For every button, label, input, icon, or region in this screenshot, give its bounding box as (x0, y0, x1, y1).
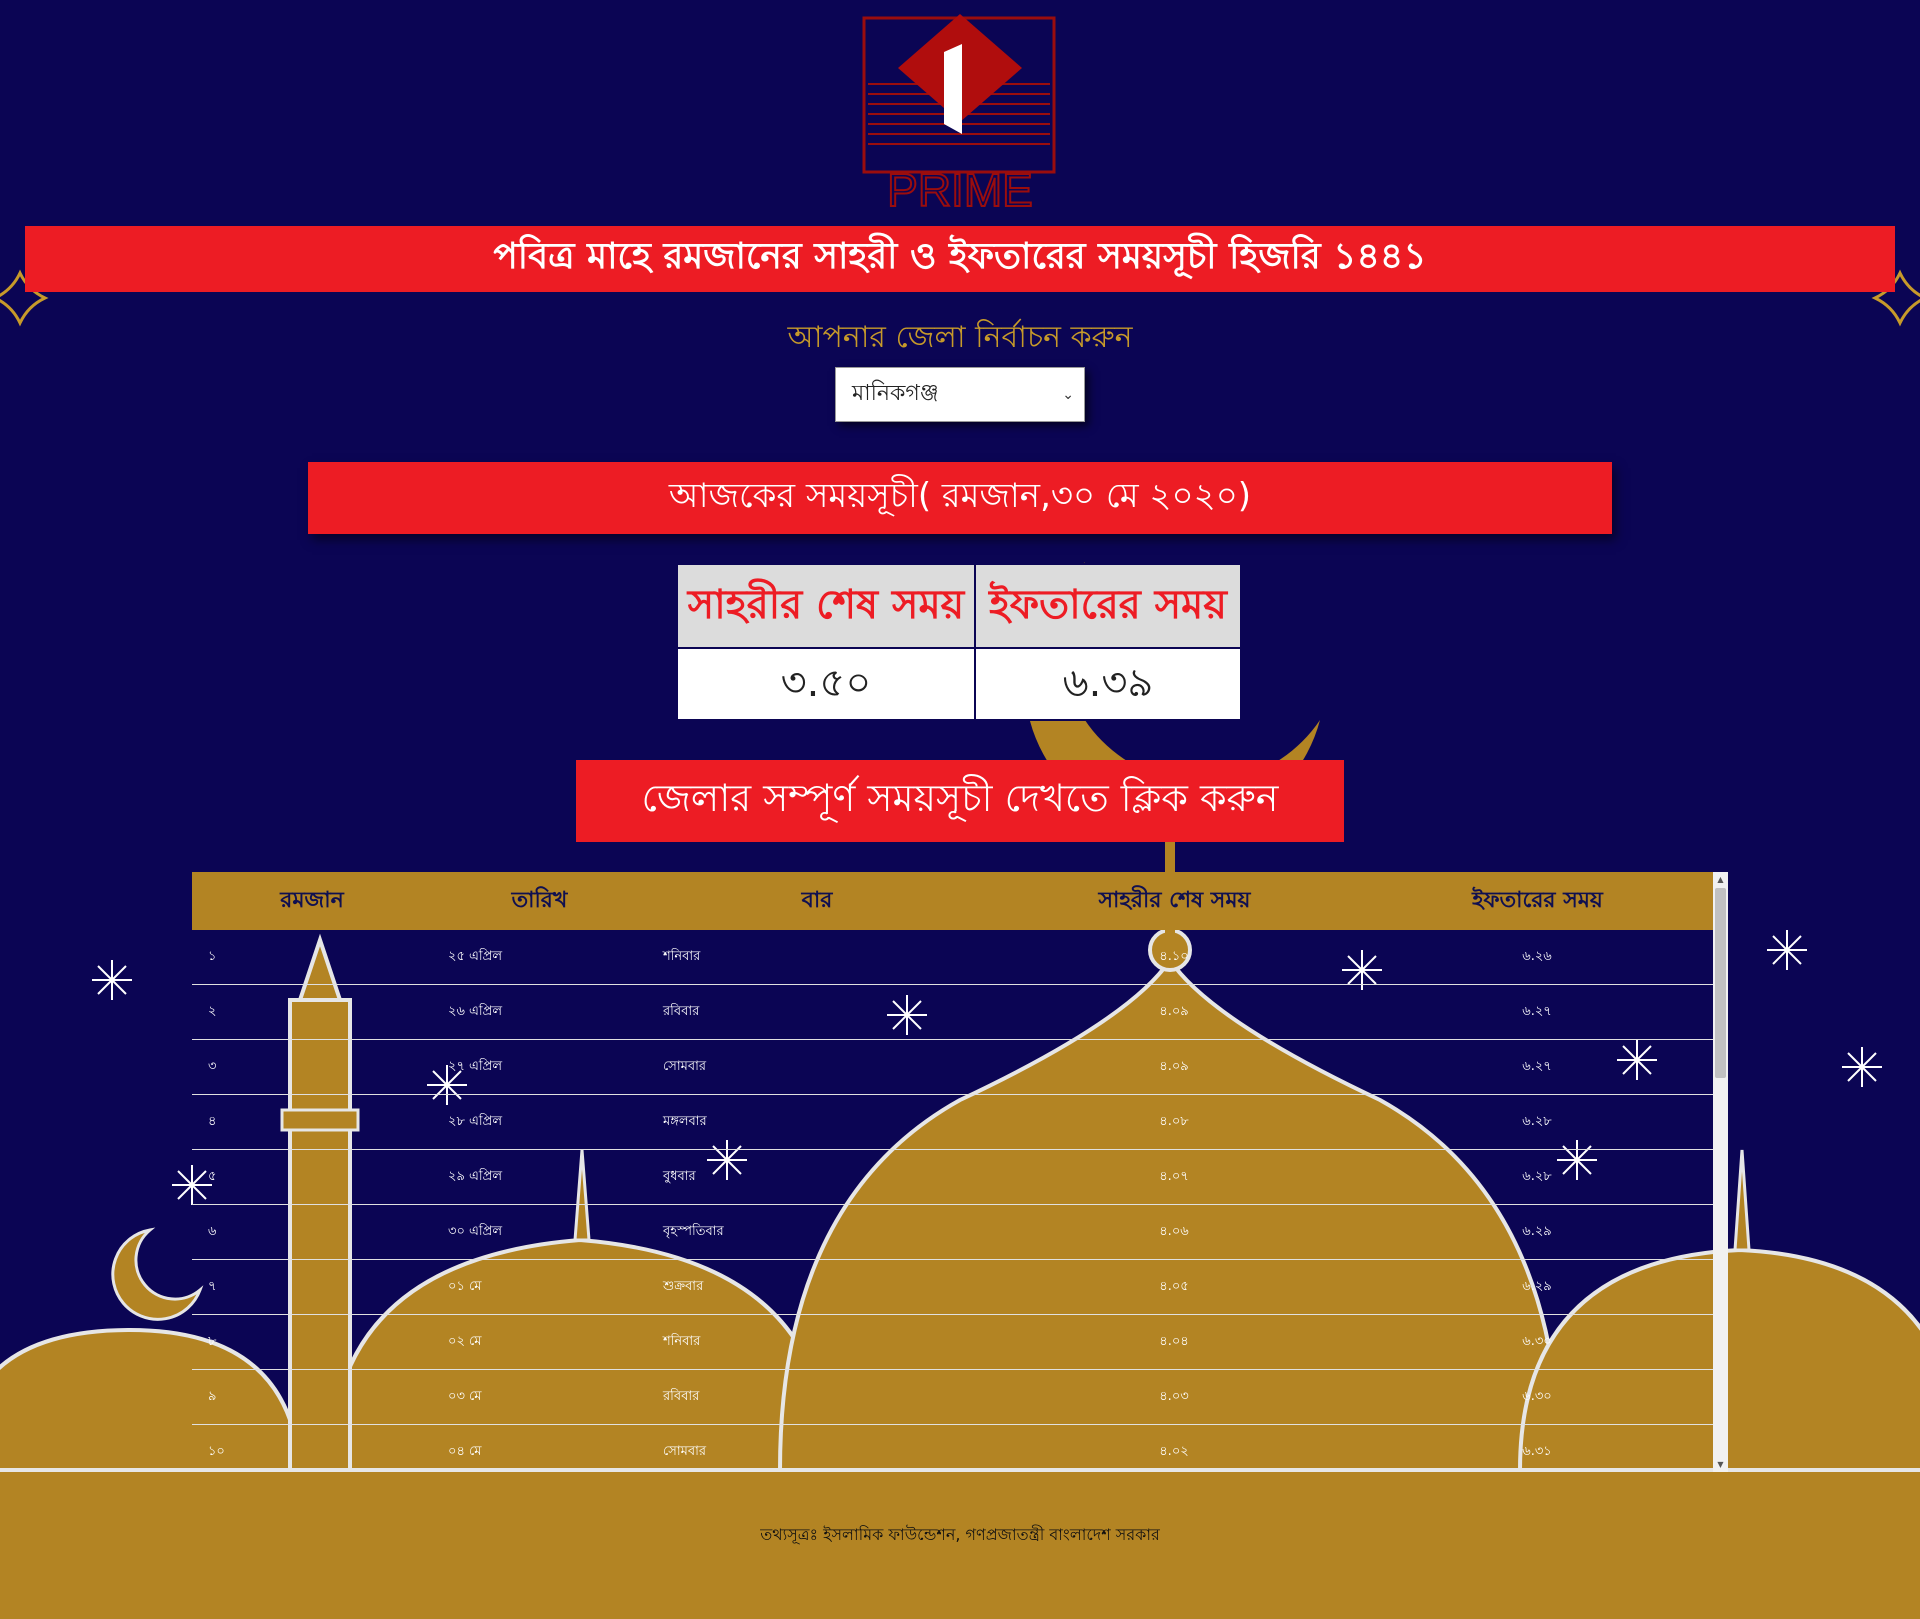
schedule-table: রমজান তারিখ বার সাহরীর শেষ সময় ইফতারের … (192, 872, 1713, 1472)
svg-text:PRIME: PRIME (887, 164, 1033, 212)
row-weekday: মঙ্গলবার (647, 1094, 987, 1150)
chevron-down-icon: ⌄ (1062, 386, 1074, 403)
scroll-thumb[interactable] (1715, 888, 1726, 1078)
row-iftar-time: ৬.৩০ (1362, 1369, 1713, 1425)
row-weekday: রবিবার (647, 984, 987, 1040)
row-weekday: শুক্রবার (647, 1259, 987, 1315)
district-select[interactable]: মানিকগঞ্জ ⌄ (835, 367, 1085, 422)
col-header-iftar: ইফতারের সময় (1362, 872, 1713, 930)
district-select-label: আপনার জেলা নির্বাচন করুন (787, 320, 1133, 355)
iftar-time: ৬.৩৯ (974, 647, 1242, 721)
row-weekday: বুধবার (647, 1149, 987, 1205)
row-date: ০২ মে (432, 1314, 647, 1370)
row-ramadan-day: ৪ (192, 1094, 432, 1150)
row-sehri-time: ৪.০৩ (987, 1369, 1362, 1425)
table-row: ৮ ০২ মে শনিবার ৪.০৪ ৬.৩০ (192, 1314, 1713, 1370)
row-weekday: বৃহস্পতিবার (647, 1204, 987, 1260)
row-ramadan-day: ২ (192, 984, 432, 1040)
table-row: ১ ২৫ এপ্রিল শনিবার ৪.১০ ৬.২৬ (192, 930, 1713, 985)
row-sehri-time: ৪.১০ (987, 930, 1362, 985)
row-weekday: শনিবার (647, 1314, 987, 1370)
scroll-up-arrow-icon[interactable]: ▲ (1713, 872, 1728, 887)
col-header-day: বার (647, 872, 987, 930)
page-title-banner: পবিত্র মাহে রমজানের সাহরী ও ইফতারের সময়… (25, 226, 1895, 292)
table-row: ৩ ২৭ এপ্রিল সোমবার ৪.০৯ ৬.২৭ (192, 1039, 1713, 1095)
row-sehri-time: ৪.০৬ (987, 1204, 1362, 1260)
row-iftar-time: ৬.২৮ (1362, 1149, 1713, 1205)
prime-logo: PRIME (862, 14, 1058, 217)
view-full-schedule-label: জেলার সম্পূর্ণ সময়সূচী দেখতে ক্লিক করুন (641, 776, 1279, 820)
today-heading-text: আজকের সময়সূচী( রমজান,৩০ মে ২০২০) (668, 475, 1252, 516)
table-row: ৭ ০১ মে শুক্রবার ৪.০৫ ৬.২৯ (192, 1259, 1713, 1315)
row-ramadan-day: ৬ (192, 1204, 432, 1260)
row-sehri-time: ৪.০৫ (987, 1259, 1362, 1315)
iftar-header: ইফতারের সময় (974, 563, 1242, 649)
row-iftar-time: ৬.৩০ (1362, 1314, 1713, 1370)
col-header-date: তারিখ (432, 872, 647, 930)
row-date: ২৭ এপ্রিল (432, 1039, 647, 1095)
row-date: ২৬ এপ্রিল (432, 984, 647, 1040)
row-iftar-time: ৬.২৭ (1362, 1039, 1713, 1095)
schedule-table-container[interactable]: রমজান তারিখ বার সাহরীর শেষ সময় ইফতারের … (192, 872, 1728, 1472)
table-row: ৯ ০৩ মে রবিবার ৪.০৩ ৬.৩০ (192, 1369, 1713, 1425)
table-row: ৫ ২৯ এপ্রিল বুধবার ৪.০৭ ৬.২৮ (192, 1149, 1713, 1205)
row-date: ৩০ এপ্রিল (432, 1204, 647, 1260)
district-selected-value: মানিকগঞ্জ (852, 381, 939, 406)
row-iftar-time: ৬.২৭ (1362, 984, 1713, 1040)
today-schedule-heading: আজকের সময়সূচী( রমজান,৩০ মে ২০২০) (308, 462, 1612, 534)
view-full-schedule-button[interactable]: জেলার সম্পূর্ণ সময়সূচী দেখতে ক্লিক করুন (576, 760, 1344, 842)
sehri-time: ৩.৫০ (676, 647, 976, 721)
table-row: ৪ ২৮ এপ্রিল মঙ্গলবার ৪.০৮ ৬.২৮ (192, 1094, 1713, 1150)
row-sehri-time: ৪.০৪ (987, 1314, 1362, 1370)
source-footer: তথ্যসূত্রঃ ইসলামিক ফাউন্ডেশন, গণপ্রজাতন্… (760, 1525, 1160, 1544)
row-date: ০৩ মে (432, 1369, 647, 1425)
table-row: ৬ ৩০ এপ্রিল বৃহস্পতিবার ৪.০৬ ৬.২৯ (192, 1204, 1713, 1260)
row-date: ০১ মে (432, 1259, 647, 1315)
row-iftar-time: ৬.৩১ (1362, 1424, 1713, 1472)
row-ramadan-day: ৫ (192, 1149, 432, 1205)
today-schedule-table: সাহরীর শেষ সময় ইফতারের সময় ৩.৫০ ৬.৩৯ (676, 563, 1242, 721)
row-iftar-time: ৬.২৬ (1362, 930, 1713, 985)
row-sehri-time: ৪.০৭ (987, 1149, 1362, 1205)
row-ramadan-day: ৩ (192, 1039, 432, 1095)
row-sehri-time: ৪.০৯ (987, 1039, 1362, 1095)
row-iftar-time: ৬.২৯ (1362, 1259, 1713, 1315)
row-date: ২৮ এপ্রিল (432, 1094, 647, 1150)
row-iftar-time: ৬.২৯ (1362, 1204, 1713, 1260)
row-ramadan-day: ৯ (192, 1369, 432, 1425)
row-sehri-time: ৪.০৮ (987, 1094, 1362, 1150)
row-sehri-time: ৪.০৯ (987, 984, 1362, 1040)
row-weekday: শনিবার (647, 930, 987, 985)
sehri-header: সাহরীর শেষ সময় (676, 563, 976, 649)
row-date: ২৫ এপ্রিল (432, 930, 647, 985)
row-weekday: সোমবার (647, 1424, 987, 1472)
row-ramadan-day: ১০ (192, 1424, 432, 1472)
row-iftar-time: ৬.২৮ (1362, 1094, 1713, 1150)
row-weekday: সোমবার (647, 1039, 987, 1095)
scroll-down-arrow-icon[interactable]: ▼ (1713, 1457, 1728, 1472)
col-header-sehri: সাহরীর শেষ সময় (987, 872, 1362, 930)
small-crescent-icon (111, 1227, 204, 1321)
row-ramadan-day: ৮ (192, 1314, 432, 1370)
col-header-ramadan: রমজান (192, 872, 432, 930)
table-row: ১০ ০৪ মে সোমবার ৪.০২ ৬.৩১ (192, 1424, 1713, 1472)
page-title: পবিত্র মাহে রমজানের সাহরী ও ইফতারের সময়… (493, 236, 1427, 277)
row-ramadan-day: ৭ (192, 1259, 432, 1315)
row-sehri-time: ৪.০২ (987, 1424, 1362, 1472)
row-date: ২৯ এপ্রিল (432, 1149, 647, 1205)
row-date: ০৪ মে (432, 1424, 647, 1472)
table-row: ২ ২৬ এপ্রিল রবিবার ৪.০৯ ৬.২৭ (192, 984, 1713, 1040)
row-ramadan-day: ১ (192, 930, 432, 985)
schedule-scrollbar[interactable]: ▲ ▼ (1713, 872, 1728, 1472)
row-weekday: রবিবার (647, 1369, 987, 1425)
